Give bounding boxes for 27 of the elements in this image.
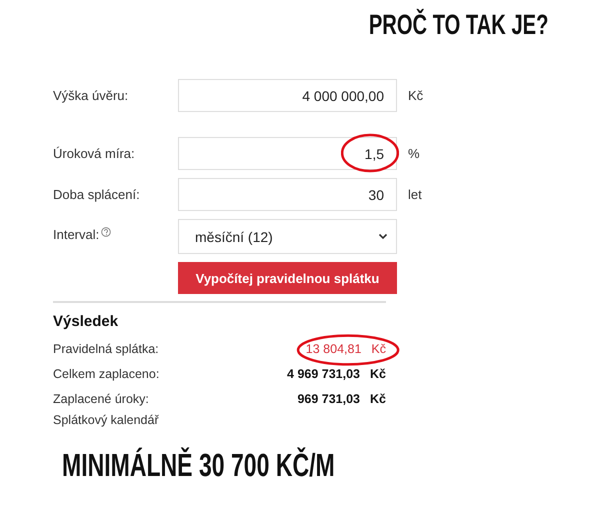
result-title: Výsledek xyxy=(53,313,120,330)
field-label: Interval: xyxy=(53,227,100,242)
result-label: Celkem zaplaceno: xyxy=(53,366,160,380)
currency-label: Kč xyxy=(370,366,386,380)
footer-headline: MINIMÁLNĚ 30 700 KČ/M xyxy=(62,447,335,483)
result-label: Zaplacené úroky: xyxy=(53,392,149,406)
interval-dropdown[interactable]: měsíční (12) xyxy=(178,219,397,254)
result-value: 969 731,03 xyxy=(297,392,360,406)
schedule-link[interactable]: Splátkový kalendář xyxy=(53,413,386,427)
unit-label: Kč xyxy=(408,88,424,103)
result-value: 13 804,81 xyxy=(306,342,362,356)
headline: PROČ TO TAK JE? xyxy=(368,8,548,42)
field-label: Doba splácení: xyxy=(53,187,140,202)
field-label: Výška úvěru: xyxy=(53,88,128,103)
currency-label: Kč xyxy=(370,392,386,406)
input-field[interactable]: 4 000 000,00 xyxy=(178,79,397,112)
field-label: Úroková míra: xyxy=(53,146,135,161)
calculate-button[interactable]: Vypočítej pravidelnou splátku xyxy=(178,262,397,294)
input-field[interactable]: 30 xyxy=(178,178,397,211)
input-field[interactable]: 1,5 xyxy=(178,137,397,170)
unit-label: % xyxy=(408,146,421,161)
unit-label: let xyxy=(408,187,423,202)
help-icon[interactable] xyxy=(101,227,112,237)
currency-label: Kč xyxy=(371,342,386,356)
result-value: 4 969 731,03 xyxy=(287,366,360,380)
result-label: Pravidelná splátka: xyxy=(53,342,159,356)
caret-icon xyxy=(378,233,388,240)
